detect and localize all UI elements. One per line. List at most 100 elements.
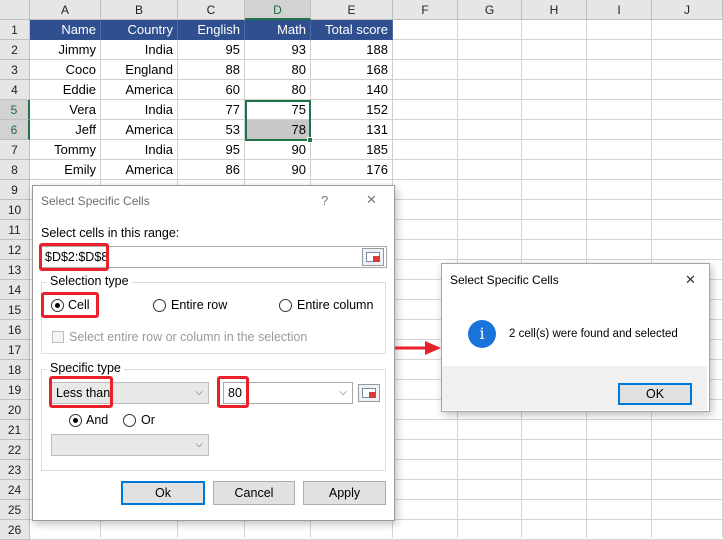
column-header[interactable]: H bbox=[522, 0, 587, 20]
value-picker-button[interactable] bbox=[358, 384, 380, 402]
table-header-cell[interactable]: Name bbox=[30, 20, 101, 40]
row-header[interactable]: 11 bbox=[0, 220, 30, 240]
table-cell[interactable]: America bbox=[101, 120, 178, 140]
row-header[interactable]: 1 bbox=[0, 20, 30, 40]
row-header[interactable]: 9 bbox=[0, 180, 30, 200]
apply-button[interactable]: Apply bbox=[303, 481, 386, 505]
table-cell[interactable]: 60 bbox=[178, 80, 245, 100]
close-icon[interactable]: ✕ bbox=[685, 272, 696, 288]
column-header[interactable]: F bbox=[393, 0, 458, 20]
row-header[interactable]: 26 bbox=[0, 520, 30, 540]
range-picker-button[interactable] bbox=[362, 248, 384, 266]
row-header[interactable]: 15 bbox=[0, 300, 30, 320]
table-cell[interactable]: Coco bbox=[30, 60, 101, 80]
help-button[interactable]: ? bbox=[321, 193, 328, 208]
condition2-select[interactable]: ⌵ bbox=[51, 434, 209, 456]
row-header[interactable]: 6 bbox=[0, 120, 30, 140]
row-header[interactable]: 7 bbox=[0, 140, 30, 160]
cancel-button[interactable]: Cancel bbox=[213, 481, 295, 505]
table-cell[interactable]: India bbox=[101, 40, 178, 60]
row-header[interactable]: 20 bbox=[0, 400, 30, 420]
table-cell[interactable]: Jimmy bbox=[30, 40, 101, 60]
table-cell[interactable]: 53 bbox=[178, 120, 245, 140]
column-header[interactable]: D bbox=[245, 0, 311, 20]
column-header[interactable]: J bbox=[652, 0, 723, 20]
select-all-corner[interactable] bbox=[0, 0, 30, 20]
table-cell[interactable]: 90 bbox=[245, 160, 311, 180]
row-header[interactable]: 23 bbox=[0, 460, 30, 480]
table-cell[interactable]: Eddie bbox=[30, 80, 101, 100]
table-cell[interactable]: Vera bbox=[30, 100, 101, 120]
table-cell[interactable]: India bbox=[101, 100, 178, 120]
column-header[interactable]: B bbox=[101, 0, 178, 20]
table-cell[interactable]: America bbox=[101, 80, 178, 100]
table-cell[interactable]: 95 bbox=[178, 140, 245, 160]
row-header[interactable]: 21 bbox=[0, 420, 30, 440]
result-ok-button[interactable]: OK bbox=[618, 383, 692, 405]
table-cell[interactable]: 80 bbox=[245, 60, 311, 80]
table-header-cell[interactable]: Math bbox=[245, 20, 311, 40]
table-cell[interactable]: 95 bbox=[178, 40, 245, 60]
table-cell[interactable]: 131 bbox=[311, 120, 393, 140]
table-cell[interactable]: India bbox=[101, 140, 178, 160]
value-combo[interactable]: 80 ⌵ bbox=[223, 382, 353, 404]
row-header[interactable]: 17 bbox=[0, 340, 30, 360]
table-cell[interactable]: 168 bbox=[311, 60, 393, 80]
column-header[interactable]: E bbox=[311, 0, 393, 20]
table-cell[interactable]: 93 bbox=[245, 40, 311, 60]
chevron-down-icon: ⌵ bbox=[195, 439, 203, 450]
radio-and[interactable] bbox=[69, 414, 82, 427]
table-header-cell[interactable]: Total score bbox=[311, 20, 393, 40]
table-cell[interactable]: 75 bbox=[245, 100, 311, 120]
radio-entire-row[interactable] bbox=[153, 299, 166, 312]
range-input[interactable]: $D$2:$D$8 bbox=[41, 246, 387, 268]
table-cell[interactable]: 90 bbox=[245, 140, 311, 160]
chevron-down-icon: ⌵ bbox=[339, 387, 347, 398]
row-header[interactable]: 3 bbox=[0, 60, 30, 80]
row-header[interactable]: 25 bbox=[0, 500, 30, 520]
table-cell[interactable]: Emily bbox=[30, 160, 101, 180]
row-header[interactable]: 14 bbox=[0, 280, 30, 300]
row-header[interactable]: 4 bbox=[0, 80, 30, 100]
row-header[interactable]: 19 bbox=[0, 380, 30, 400]
radio-cell[interactable] bbox=[51, 299, 64, 312]
table-cell[interactable]: 86 bbox=[178, 160, 245, 180]
table-header-cell[interactable]: Country bbox=[101, 20, 178, 40]
table-cell[interactable]: Jeff bbox=[30, 120, 101, 140]
row-header[interactable]: 2 bbox=[0, 40, 30, 60]
row-header[interactable]: 22 bbox=[0, 440, 30, 460]
table-cell[interactable]: Tommy bbox=[30, 140, 101, 160]
close-icon[interactable]: ✕ bbox=[366, 192, 377, 208]
table-cell[interactable]: 140 bbox=[311, 80, 393, 100]
row-header[interactable]: 5 bbox=[0, 100, 30, 120]
table-cell[interactable]: 176 bbox=[311, 160, 393, 180]
table-cell[interactable]: 152 bbox=[311, 100, 393, 120]
fill-handle[interactable] bbox=[307, 137, 313, 143]
column-header[interactable]: I bbox=[587, 0, 652, 20]
table-cell[interactable]: 78 bbox=[245, 120, 311, 140]
table-cell[interactable]: England bbox=[101, 60, 178, 80]
table-cell[interactable]: 185 bbox=[311, 140, 393, 160]
table-cell[interactable]: 80 bbox=[245, 80, 311, 100]
row-header[interactable]: 16 bbox=[0, 320, 30, 340]
ok-button[interactable]: Ok bbox=[121, 481, 205, 505]
row-header[interactable]: 8 bbox=[0, 160, 30, 180]
row-header[interactable]: 10 bbox=[0, 200, 30, 220]
column-header[interactable]: G bbox=[458, 0, 522, 20]
column-header[interactable]: C bbox=[178, 0, 245, 20]
table-cell[interactable]: 188 bbox=[311, 40, 393, 60]
radio-entire-column[interactable] bbox=[279, 299, 292, 312]
table-header-cell[interactable]: English bbox=[178, 20, 245, 40]
row-header[interactable]: 13 bbox=[0, 260, 30, 280]
table-cell[interactable]: 77 bbox=[178, 100, 245, 120]
row-header[interactable]: 12 bbox=[0, 240, 30, 260]
table-cell[interactable]: America bbox=[101, 160, 178, 180]
info-icon-glyph: i bbox=[479, 324, 485, 343]
select-entire-checkbox[interactable] bbox=[52, 331, 64, 343]
radio-or[interactable] bbox=[123, 414, 136, 427]
column-header[interactable]: A bbox=[30, 0, 101, 20]
row-header[interactable]: 18 bbox=[0, 360, 30, 380]
row-header[interactable]: 24 bbox=[0, 480, 30, 500]
condition-select[interactable]: Less than ⌵ bbox=[51, 382, 209, 404]
table-cell[interactable]: 88 bbox=[178, 60, 245, 80]
